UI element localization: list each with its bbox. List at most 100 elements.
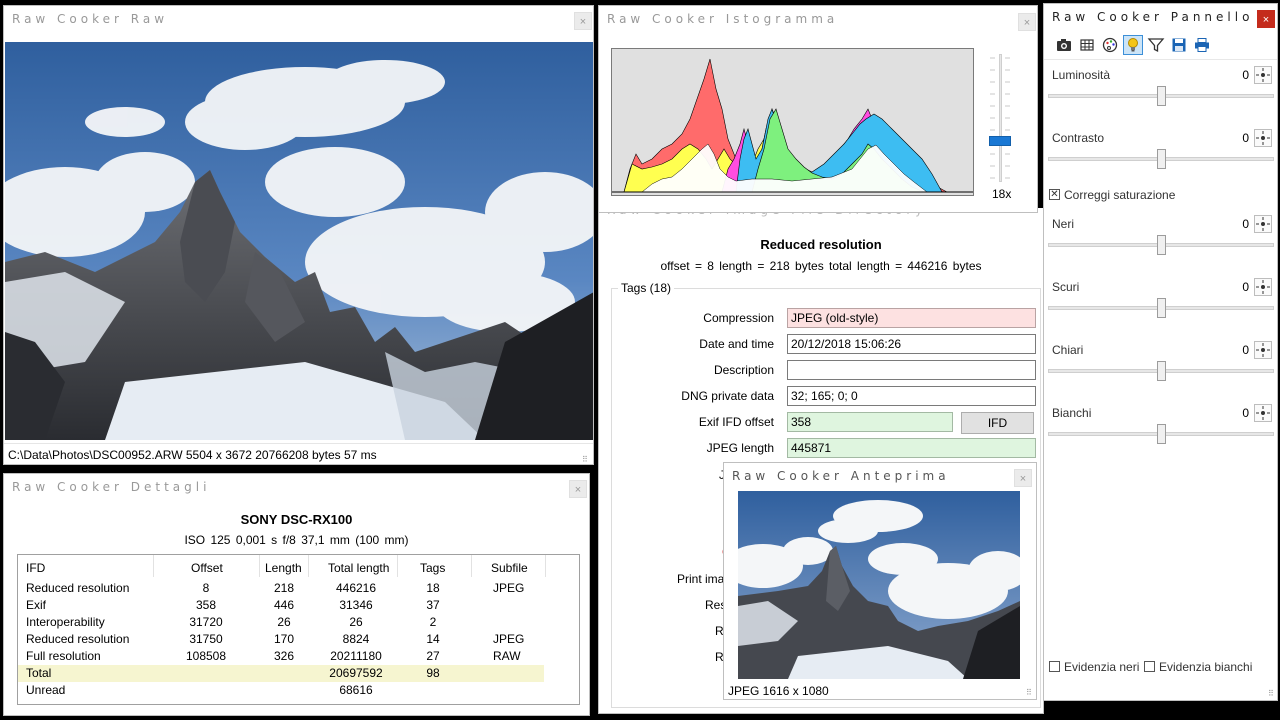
table-cell: 20211180 [330,649,382,663]
reset-icon[interactable] [1254,341,1272,359]
histogram-window-title: Raw Cooker Istogramma [607,12,839,26]
highlight-whites-checkbox[interactable] [1144,661,1155,672]
saturation-checkbox[interactable]: ✕ [1049,189,1060,200]
table-row[interactable]: Full resolution 108508 326 20211180 27 RAW [18,648,544,665]
slider-thumb[interactable] [1157,149,1166,169]
slider-label: Luminosità [1052,68,1111,82]
table-row[interactable]: Interoperability 31720 26 26 2 [18,614,544,631]
column-header[interactable]: Offset [191,561,223,575]
slider-label: Neri [1052,217,1075,231]
raw-window-title: Raw Cooker Raw [12,12,169,26]
tag-value-field[interactable]: 32; 165; 0; 0 [787,386,1036,406]
table-cell: 26 [277,615,291,629]
tag-label: JPEG length [706,441,774,455]
close-icon[interactable]: × [569,480,587,498]
table-cell: Unread [26,683,66,697]
exposure-info: ISO 125 0,001 s f/8 37,1 mm (100 mm) [184,533,409,547]
slider-thumb[interactable] [1157,86,1166,106]
close-icon[interactable]: × [1018,13,1036,31]
slider-value: 0 [1242,131,1249,145]
grid-icon[interactable] [1077,35,1097,55]
filter-icon[interactable] [1146,35,1166,55]
reset-icon[interactable] [1254,404,1272,422]
table-cell: Total [26,666,52,680]
close-icon[interactable]: × [574,12,592,30]
ifd-button[interactable]: IFD [961,412,1034,434]
slider-label: Contrasto [1052,131,1105,145]
raw-status-bar: C:\Data\Photos\DSC00952.ARW 5504 x 3672 … [4,443,593,464]
column-header[interactable]: Subfile [491,561,528,575]
table-cell: RAW [493,649,521,663]
palette-icon[interactable] [1100,35,1120,55]
ifd-table: IFD Offset Length Total length Tags Subf… [17,554,580,705]
table-cell: 26 [349,615,363,629]
reset-icon[interactable] [1254,278,1272,296]
highlight-blacks-checkbox[interactable] [1049,661,1060,672]
preview-photo [738,491,1020,679]
zoom-slider[interactable] [987,54,1013,184]
table-cell: 98 [426,666,440,680]
table-row[interactable]: Total 20697592 98 [18,665,544,682]
bulb-icon[interactable] [1123,35,1143,55]
close-icon[interactable]: × [1257,10,1275,28]
print-icon[interactable] [1192,35,1212,55]
table-row[interactable]: Exif 358 446 31346 37 [18,597,544,614]
ifd-summary: offset = 8 length = 218 bytes total leng… [660,259,982,273]
tag-value-field[interactable] [787,360,1036,380]
details-window: Raw Cooker Dettagli × SONY DSC-RX100 ISO… [3,473,590,716]
table-cell: 31346 [339,598,373,612]
column-header[interactable]: Total length [328,561,389,575]
close-icon[interactable]: × [1014,469,1032,487]
save-icon[interactable] [1169,35,1189,55]
slider-value: 0 [1242,68,1249,82]
tag-value-field[interactable]: 358 [787,412,953,432]
column-header[interactable]: Length [265,561,302,575]
toolbar-separator [1044,59,1277,60]
table-cell: 170 [273,632,295,646]
table-cell: 446 [273,598,295,612]
resize-grip[interactable]: ⠿ [1026,689,1034,697]
resize-grip[interactable]: ⠿ [1268,690,1276,698]
histogram-plot [611,48,974,196]
raw-photo [5,42,593,440]
table-cell: Interoperability [26,615,105,629]
table-cell: Reduced resolution [26,581,130,595]
table-cell: 2 [429,615,437,629]
highlight-blacks-label: Evidenzia neri [1064,660,1140,674]
slider-value: 0 [1242,343,1249,357]
column-header[interactable]: IFD [26,561,45,575]
preview-status: JPEG 1616 x 1080 [728,684,829,698]
table-cell: 14 [426,632,440,646]
reset-icon[interactable] [1254,129,1272,147]
raw-status-text: C:\Data\Photos\DSC00952.ARW 5504 x 3672 … [8,448,377,462]
tag-label: Date and time [699,337,774,351]
tag-value-field[interactable]: 445871 [787,438,1036,458]
reset-icon[interactable] [1254,66,1272,84]
slider-thumb[interactable] [1157,235,1166,255]
histogram-window: Raw Cooker Istogramma × 18x [598,5,1038,213]
table-row[interactable]: Reduced resolution 8 218 446216 18 JPEG [18,580,544,597]
tag-value-field[interactable]: 20/12/2018 15:06:26 [787,334,1036,354]
slider-thumb[interactable] [1157,298,1166,318]
table-row[interactable]: Unread 68616 [18,682,544,699]
tag-label: Compression [703,311,774,325]
zoom-slider-thumb[interactable] [989,135,1011,146]
table-cell: 108508 [185,649,227,663]
table-row[interactable]: Reduced resolution 31750 170 8824 14 JPEG [18,631,544,648]
slider-thumb[interactable] [1157,424,1166,444]
table-cell: Reduced resolution [26,632,130,646]
preview-window-title: Raw Cooker Anteprima [732,469,950,483]
table-cell: Exif [26,598,47,612]
table-cell: Full resolution [26,649,101,663]
tags-legend: Tags (18) [618,281,675,295]
slider-value: 0 [1242,217,1249,231]
table-cell: 446216 [335,581,377,595]
slider-thumb[interactable] [1157,361,1166,381]
camera-icon[interactable] [1054,35,1074,55]
table-cell: 18 [426,581,440,595]
table-cell: 326 [273,649,295,663]
resize-grip[interactable]: ⠿ [582,456,590,464]
tag-value-field[interactable]: JPEG (old-style) [787,308,1036,328]
reset-icon[interactable] [1254,215,1272,233]
column-header[interactable]: Tags [420,561,445,575]
